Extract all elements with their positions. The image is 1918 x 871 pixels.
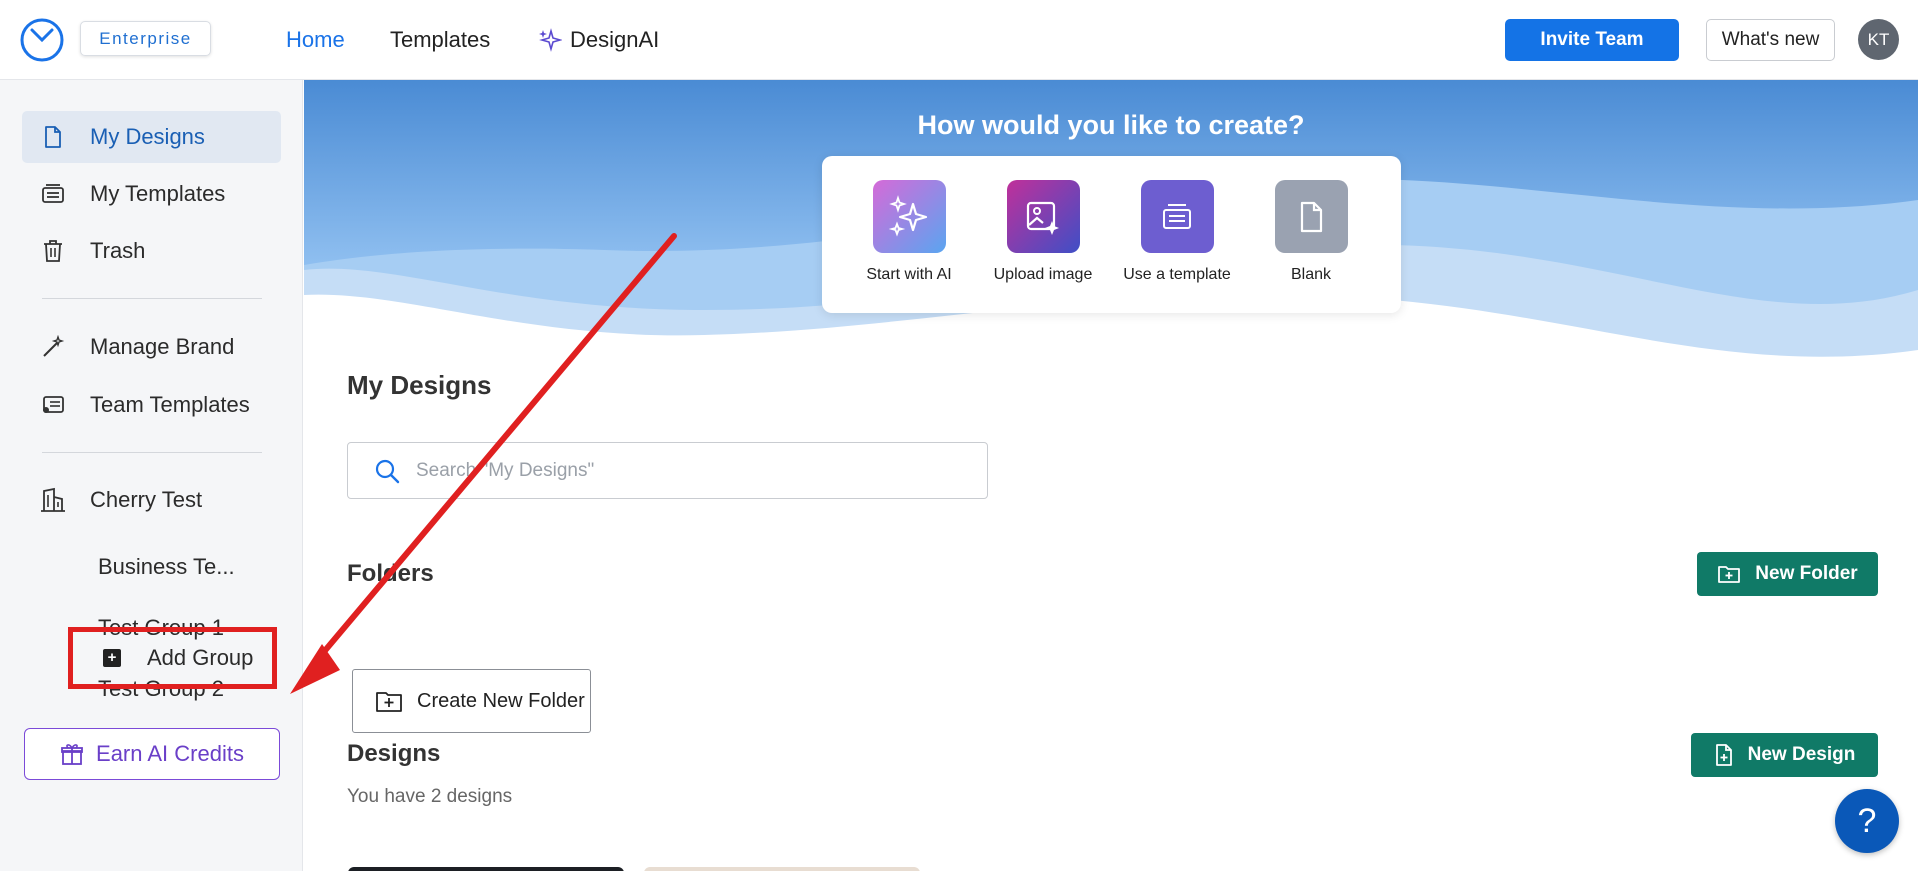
sidebar-item-label: Trash — [90, 238, 146, 263]
design-thumbnail[interactable] — [644, 867, 920, 871]
plan-badge: Enterprise — [80, 21, 211, 56]
document-plus-icon — [1715, 744, 1732, 766]
option-label: Blank — [1290, 266, 1332, 283]
sidebar-item-label: Cherry Test — [90, 487, 203, 512]
search-icon — [375, 459, 400, 483]
folder-plus-icon — [376, 692, 402, 712]
earn-ai-credits-button[interactable]: Earn AI Credits — [24, 728, 280, 780]
option-blank[interactable]: Blank — [1246, 180, 1376, 284]
page-title: My Designs — [347, 370, 492, 400]
sidebar-item-label: My Templates — [90, 181, 226, 206]
folders-title: Folders — [347, 560, 434, 587]
image-upload-icon — [1006, 180, 1080, 253]
template-stack-icon — [1140, 180, 1214, 253]
invite-team-button[interactable]: Invite Team — [1505, 19, 1679, 61]
ai-sparkle-icon — [872, 180, 946, 253]
design-thumbnail[interactable] — [348, 867, 624, 871]
create-new-folder-label: Create New Folder — [417, 689, 585, 712]
trash-icon — [40, 238, 66, 264]
nav-templates[interactable]: Templates — [390, 27, 490, 53]
sidebar-item-my-templates[interactable]: My Templates — [22, 168, 281, 220]
new-folder-button[interactable]: New Folder — [1697, 552, 1878, 596]
blank-document-icon — [1274, 180, 1348, 253]
sidebar-item-label: My Designs — [90, 124, 205, 149]
main-content: How would you like to create? Start with… — [304, 80, 1918, 871]
sidebar-item-manage-brand[interactable]: Manage Brand — [22, 321, 281, 373]
earn-ai-credits-label: Earn AI Credits — [96, 741, 244, 766]
team-template-icon — [40, 392, 66, 418]
designs-title: Designs — [347, 740, 441, 767]
option-label: Upload image — [993, 266, 1093, 283]
hero-title: How would you like to create? — [917, 110, 1305, 140]
sidebar-item-label: Manage Brand — [90, 334, 235, 359]
sidebar-item-label: Team Templates — [90, 392, 250, 417]
add-group-label: Add Group — [147, 645, 254, 670]
sidebar-item-team-templates[interactable]: Team Templates — [22, 379, 281, 431]
search-box[interactable] — [347, 442, 988, 499]
document-icon — [40, 124, 66, 150]
sidebar-group-business[interactable]: Business Te... — [98, 554, 235, 580]
whats-new-button[interactable]: What's new — [1706, 19, 1835, 61]
option-label: Use a template — [1123, 266, 1231, 283]
nav-designai[interactable]: DesignAI — [538, 27, 659, 53]
template-icon — [40, 181, 66, 207]
new-folder-label: New Folder — [1755, 563, 1858, 584]
user-avatar[interactable]: KT — [1858, 19, 1899, 60]
option-use-template[interactable]: Use a template — [1112, 180, 1242, 284]
sidebar-divider — [42, 298, 262, 299]
folder-plus-icon — [1718, 566, 1741, 583]
building-icon — [40, 487, 66, 513]
sidebar-divider — [42, 452, 262, 453]
add-group-button[interactable]: + Add Group — [68, 627, 277, 689]
create-options-card: Start with AI Upload image Use a templat… — [822, 156, 1401, 313]
option-start-with-ai[interactable]: Start with AI — [844, 180, 974, 284]
app-logo-icon[interactable] — [19, 17, 65, 63]
top-header: Enterprise Home Templates DesignAI Invit… — [0, 0, 1918, 80]
sidebar-item-my-designs[interactable]: My Designs — [22, 111, 281, 163]
plus-icon: + — [103, 649, 121, 667]
designs-count: You have 2 designs — [347, 786, 513, 807]
sparkle-icon — [539, 28, 562, 52]
sidebar-item-cherry-test[interactable]: Cherry Test — [22, 474, 281, 526]
help-button[interactable]: ? — [1835, 789, 1899, 853]
create-new-folder-button[interactable]: Create New Folder — [352, 669, 591, 733]
nav-designai-label: DesignAI — [570, 27, 660, 52]
new-design-label: New Design — [1747, 744, 1856, 765]
gift-icon — [61, 744, 83, 765]
option-upload-image[interactable]: Upload image — [978, 180, 1108, 284]
option-label: Start with AI — [866, 266, 952, 283]
magic-wand-icon — [40, 334, 66, 360]
search-input[interactable] — [416, 459, 976, 482]
new-design-button[interactable]: New Design — [1691, 733, 1878, 777]
sidebar-item-trash[interactable]: Trash — [22, 225, 281, 277]
nav-home[interactable]: Home — [286, 27, 345, 53]
